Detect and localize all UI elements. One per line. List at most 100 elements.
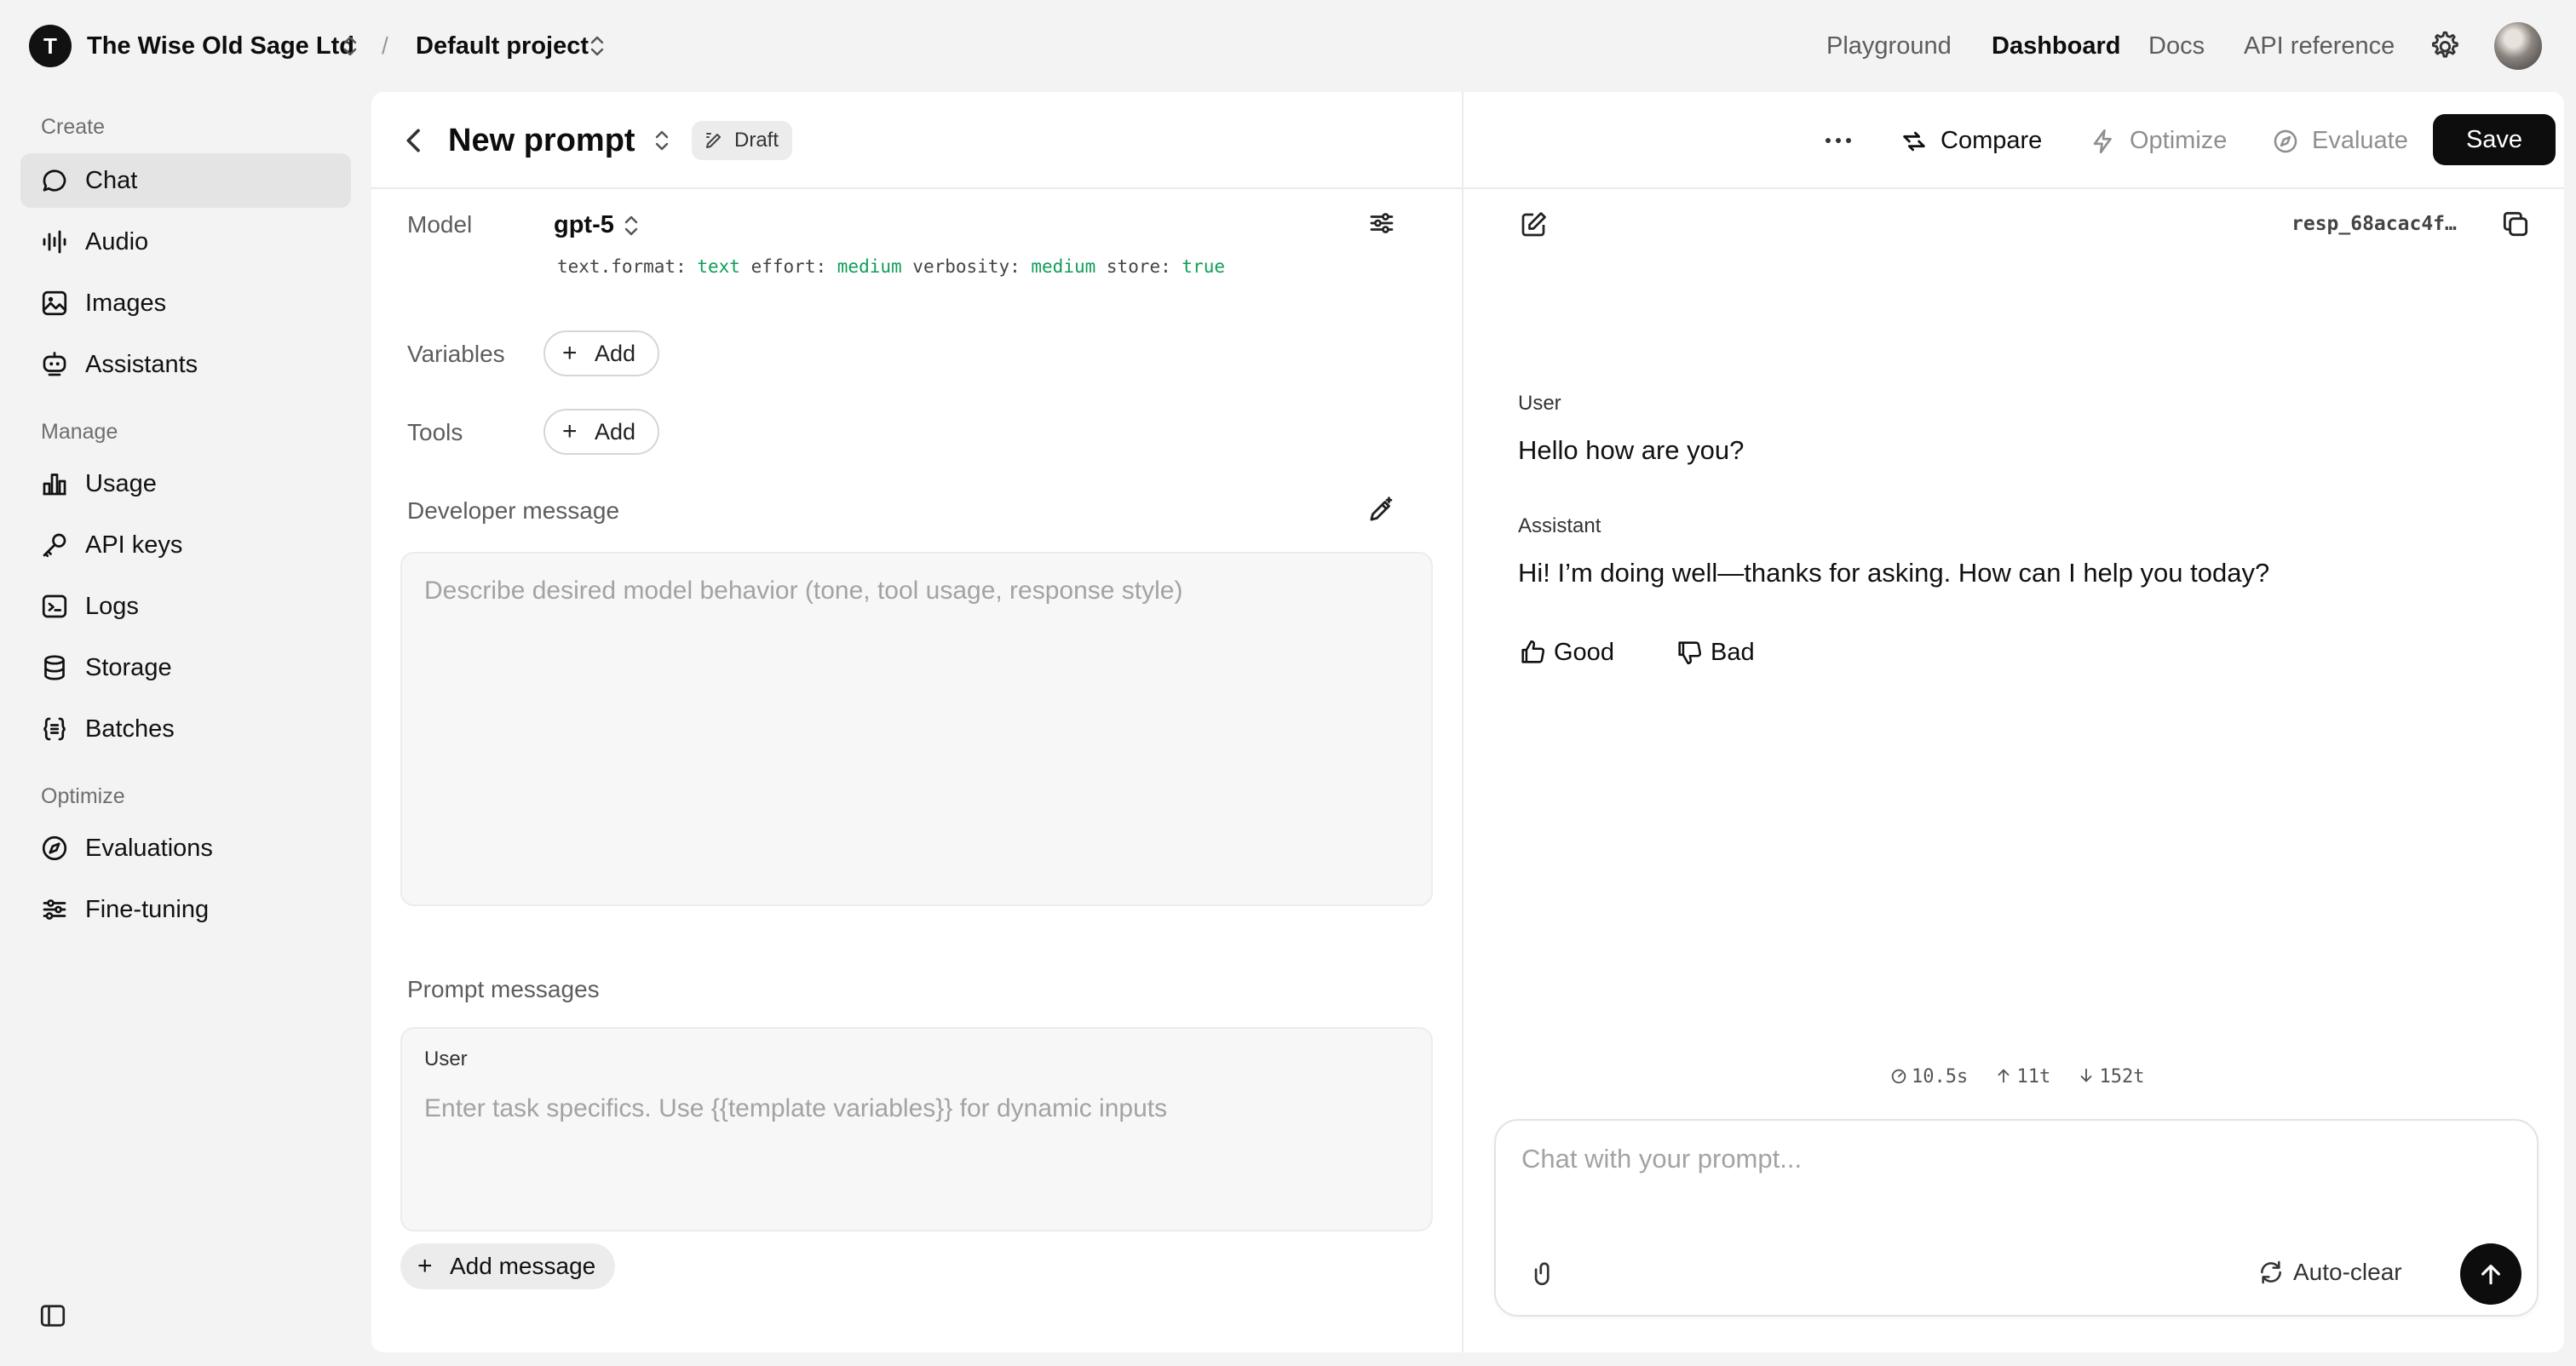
message-text: Hello how are you? bbox=[1518, 435, 1745, 465]
key-icon bbox=[43, 533, 66, 558]
prompt-config-pane: Model gpt-5 text.format: text effort: me… bbox=[371, 92, 1463, 1352]
param-value: true bbox=[1182, 256, 1225, 277]
settings-gear-icon[interactable] bbox=[2426, 28, 2462, 64]
add-tool-button[interactable]: + Add bbox=[543, 409, 659, 455]
chat-bubble-icon bbox=[43, 169, 66, 192]
message-text: Hi! I’m doing well—thanks for asking. Ho… bbox=[1518, 558, 2270, 588]
input-tokens-value: 11t bbox=[2016, 1066, 2051, 1088]
sidebar-item-label: Audio bbox=[85, 228, 149, 255]
prompt-messages-label: Prompt messages bbox=[407, 976, 600, 1002]
model-settings-sliders-icon[interactable] bbox=[1366, 208, 1397, 238]
sidebar-item-logs[interactable]: Logs bbox=[20, 579, 351, 634]
add-variable-button[interactable]: + Add bbox=[543, 330, 659, 376]
image-icon bbox=[42, 290, 67, 316]
bar-chart-icon bbox=[43, 474, 66, 496]
chat-input-placeholder: Chat with your prompt... bbox=[1521, 1144, 1803, 1174]
auto-clear-label: Auto-clear bbox=[2293, 1259, 2402, 1285]
developer-message-textarea[interactable]: Describe desired model behavior (tone, t… bbox=[400, 552, 1433, 906]
sidebar-item-evaluations[interactable]: Evaluations bbox=[20, 821, 351, 875]
model-chevron-icon[interactable] bbox=[622, 213, 641, 238]
good-label: Good bbox=[1554, 639, 1614, 666]
developer-message-placeholder: Describe desired model behavior (tone, t… bbox=[424, 577, 1183, 605]
sidebar-item-audio[interactable]: Audio bbox=[20, 215, 351, 269]
auto-clear-toggle[interactable]: Auto-clear bbox=[2257, 1255, 2436, 1289]
app-root: T The Wise Old Sage Ltd / Default projec… bbox=[0, 0, 2576, 1366]
sidebar-toggle-icon[interactable] bbox=[37, 1300, 68, 1331]
paperclip-icon[interactable] bbox=[1530, 1259, 1559, 1288]
sidebar-item-fine-tuning[interactable]: Fine-tuning bbox=[20, 882, 351, 937]
nav-playground[interactable]: Playground bbox=[1826, 29, 1952, 63]
response-stats: 10.5s 11t 152t bbox=[1889, 1065, 2144, 1090]
compass-icon bbox=[42, 835, 67, 861]
model-params: text.format: text effort: medium verbosi… bbox=[557, 254, 1225, 279]
org-switcher-chevron-icon[interactable] bbox=[341, 33, 359, 59]
feedback-bad-button[interactable]: Bad bbox=[1675, 635, 1760, 669]
model-selector[interactable]: gpt-5 bbox=[554, 208, 614, 242]
add-message-button[interactable]: + Add message bbox=[400, 1243, 615, 1289]
chat-pane: resp_68acac4f… User Hello how are you? A… bbox=[1465, 92, 2564, 1352]
response-id: resp_68acac4f… bbox=[2291, 213, 2457, 235]
output-tokens-value: 152t bbox=[2099, 1066, 2145, 1088]
sidebar-item-label: Chat bbox=[85, 167, 138, 194]
project-switcher-chevron-icon[interactable] bbox=[588, 33, 607, 59]
user-message-placeholder: Enter task specifics. Use {{template var… bbox=[424, 1094, 1168, 1122]
arrow-up-send-icon bbox=[2481, 1265, 2500, 1285]
sidebar-item-images[interactable]: Images bbox=[20, 276, 351, 330]
param-key: store: bbox=[1106, 256, 1171, 277]
send-button[interactable] bbox=[2460, 1243, 2521, 1305]
param-value: text bbox=[697, 256, 740, 277]
param-value: medium bbox=[837, 256, 902, 277]
plus-icon: + bbox=[417, 1252, 433, 1280]
sidebar-item-api-keys[interactable]: API keys bbox=[20, 518, 351, 572]
nav-api-reference[interactable]: API reference bbox=[2244, 29, 2395, 63]
org-name[interactable]: The Wise Old Sage Ltd bbox=[87, 29, 354, 63]
refresh-icon bbox=[2261, 1260, 2281, 1284]
terminal-icon bbox=[42, 594, 67, 618]
user-avatar[interactable] bbox=[2494, 22, 2542, 70]
sidebar-item-label: Usage bbox=[85, 470, 157, 497]
nav-docs[interactable]: Docs bbox=[2148, 29, 2205, 63]
database-icon bbox=[44, 655, 65, 680]
sidebar-section-manage: Manage bbox=[41, 420, 118, 444]
tools-label: Tools bbox=[407, 419, 463, 445]
nav-dashboard[interactable]: Dashboard bbox=[1992, 29, 2120, 63]
add-message-label: Add message bbox=[450, 1253, 596, 1279]
sidebar-item-label: Evaluations bbox=[85, 835, 213, 862]
sidebar-item-label: Fine-tuning bbox=[85, 896, 210, 923]
breadcrumb-separator: / bbox=[382, 32, 388, 59]
user-message-textarea[interactable]: User Enter task specifics. Use {{templat… bbox=[400, 1027, 1433, 1231]
feedback-good-button[interactable]: Good bbox=[1518, 635, 1620, 669]
developer-message-label: Developer message bbox=[407, 497, 620, 524]
sidebar-item-label: Assistants bbox=[85, 351, 198, 378]
sidebar-item-storage[interactable]: Storage bbox=[20, 640, 351, 695]
add-label: Add bbox=[595, 419, 636, 445]
sidebar-item-usage[interactable]: Usage bbox=[20, 456, 351, 511]
sidebar-item-assistants[interactable]: Assistants bbox=[20, 337, 351, 392]
gauge-icon bbox=[1891, 1069, 1906, 1084]
arrow-up-icon bbox=[1998, 1069, 2010, 1083]
sidebar: Create Chat Audio Images Assistants Mana… bbox=[0, 92, 371, 1366]
arrow-down-icon bbox=[2081, 1068, 2092, 1082]
sidebar-item-label: Logs bbox=[85, 593, 139, 620]
user-role-label: User bbox=[424, 1047, 468, 1070]
project-name[interactable]: Default project bbox=[416, 29, 589, 63]
audio-waveform-icon bbox=[43, 230, 66, 254]
copy-icon[interactable] bbox=[2499, 208, 2532, 240]
output-tokens-stat: 152t bbox=[2077, 1066, 2144, 1088]
variables-label: Variables bbox=[407, 341, 505, 367]
sidebar-item-chat[interactable]: Chat bbox=[20, 153, 351, 208]
sidebar-item-label: Batches bbox=[85, 715, 175, 743]
message-role: User bbox=[1518, 392, 1561, 415]
latency-stat: 10.5s bbox=[1889, 1066, 1968, 1088]
sliders-icon bbox=[43, 899, 66, 920]
model-label: Model bbox=[407, 211, 473, 238]
sidebar-item-label: Images bbox=[85, 290, 167, 317]
generate-pencil-icon[interactable] bbox=[1365, 494, 1397, 526]
edit-compose-icon[interactable] bbox=[1518, 209, 1549, 240]
org-avatar[interactable]: T bbox=[29, 25, 72, 67]
sidebar-item-batches[interactable]: Batches bbox=[20, 702, 351, 756]
input-tokens-stat: 11t bbox=[1994, 1066, 2050, 1088]
chat-input-box[interactable]: Chat with your prompt... Auto-clear bbox=[1494, 1119, 2539, 1317]
robot-icon bbox=[43, 352, 66, 376]
add-label: Add bbox=[595, 341, 636, 366]
